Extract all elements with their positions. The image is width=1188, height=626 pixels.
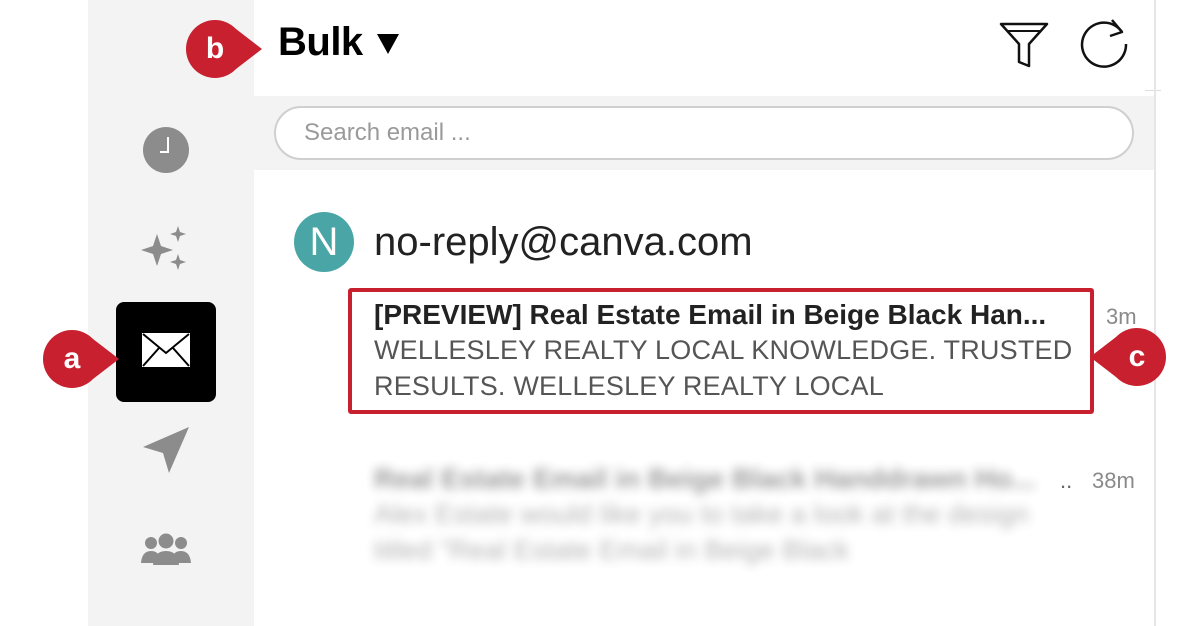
- callout-c: c: [1090, 328, 1166, 386]
- sidebar-item-mail[interactable]: [116, 302, 216, 402]
- envelope-icon: [141, 332, 191, 373]
- sidebar-item-contacts[interactable]: [116, 502, 216, 602]
- caret-down-icon: [376, 34, 399, 54]
- sparkles-icon: [140, 224, 192, 281]
- message-preview: Alex Estate would like you to take a loo…: [374, 499, 1029, 565]
- pane-divider: [1154, 0, 1156, 626]
- sidebar-item-highlights[interactable]: [116, 202, 216, 302]
- sender-address[interactable]: no-reply@canva.com: [374, 216, 753, 268]
- refresh-button[interactable]: [1078, 18, 1130, 70]
- people-icon: [140, 533, 192, 572]
- highlight-box: [348, 288, 1094, 414]
- sidebar-item-snoozed[interactable]: [116, 102, 216, 202]
- filter-button[interactable]: [998, 18, 1050, 70]
- avatar: N: [294, 212, 354, 272]
- folder-title: Bulk: [278, 19, 363, 64]
- header-divider: [1145, 90, 1161, 91]
- callout-a: a: [43, 330, 119, 388]
- clock-icon: [142, 126, 190, 179]
- refresh-icon: [1078, 19, 1130, 74]
- sidebar-item-sent[interactable]: [116, 402, 216, 502]
- folder-dropdown[interactable]: Bulk: [278, 16, 399, 68]
- paper-plane-icon: [141, 425, 191, 480]
- message-time: 3m: [1106, 304, 1137, 329]
- message-time: 38m: [1092, 468, 1135, 493]
- ellipsis-icon: ..: [1060, 468, 1073, 493]
- message-subject: Real Estate Email in Beige Black Handdra…: [374, 463, 1036, 494]
- callout-b: b: [186, 20, 262, 78]
- search-input[interactable]: [274, 106, 1134, 160]
- list-item[interactable]: Real Estate Email in Beige Black Handdra…: [374, 462, 1094, 568]
- funnel-icon: [998, 22, 1050, 74]
